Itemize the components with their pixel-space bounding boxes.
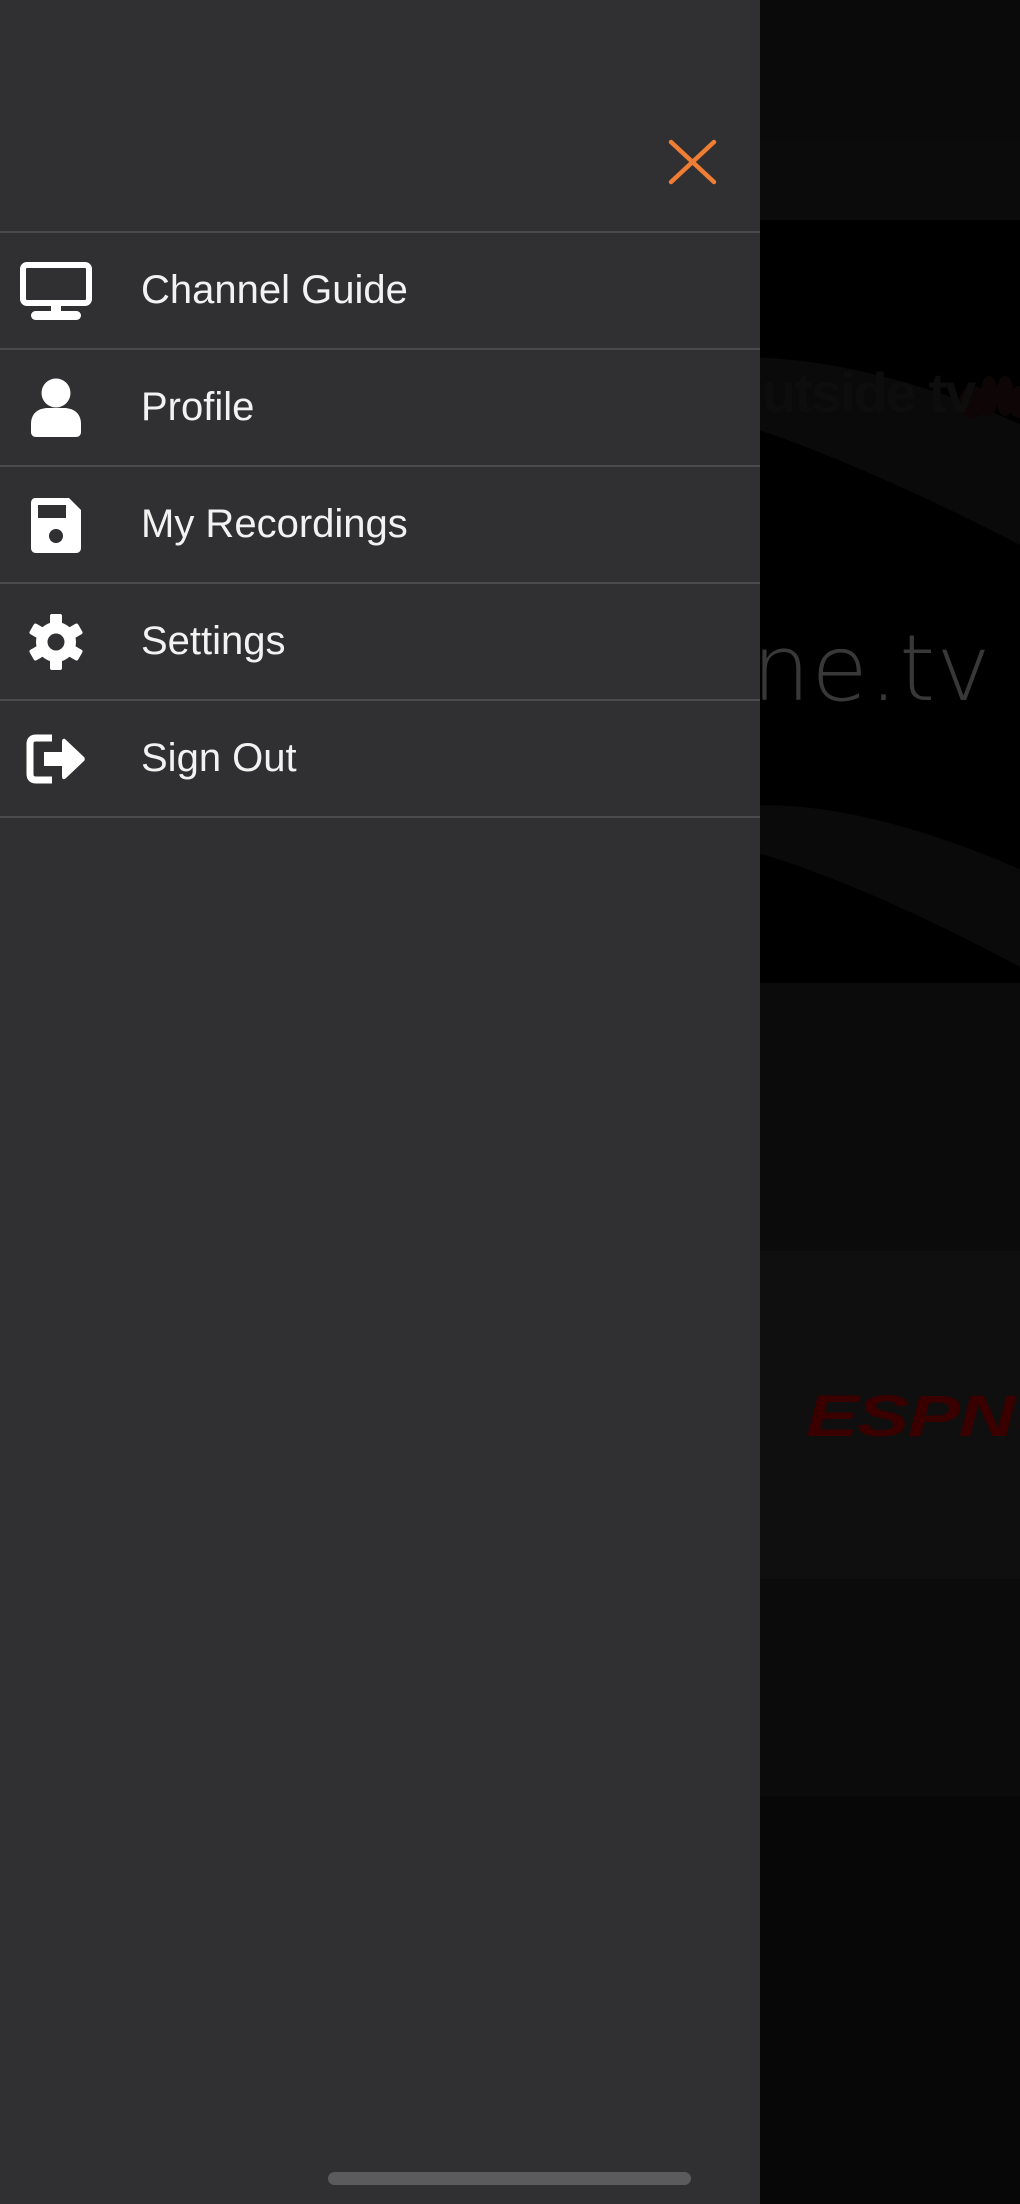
gear-icon [18, 612, 94, 672]
menu-item-settings[interactable]: Settings [0, 584, 760, 701]
menu-item-label: Profile [141, 385, 255, 429]
menu-item-sign-out[interactable]: Sign Out [0, 701, 760, 818]
sign-out-icon [18, 729, 94, 789]
monitor-icon [18, 261, 94, 321]
drawer-header [0, 0, 760, 231]
channel-name-netv: ne.tv [752, 615, 992, 722]
menu-item-my-recordings[interactable]: My Recordings [0, 467, 760, 584]
drawer-menu: Channel Guide Profile My Recordings Sett… [0, 231, 760, 818]
menu-item-label: Sign Out [141, 736, 297, 780]
side-drawer: Channel Guide Profile My Recordings Sett… [0, 0, 760, 2204]
close-icon [668, 139, 717, 185]
channel-name-outside-tv: utside tv [762, 361, 976, 424]
menu-item-channel-guide[interactable]: Channel Guide [0, 233, 760, 350]
user-icon [18, 378, 94, 438]
menu-item-label: Settings [141, 619, 286, 663]
close-drawer-button[interactable] [660, 132, 726, 194]
floppy-disk-icon [18, 495, 94, 555]
menu-item-label: My Recordings [141, 502, 408, 546]
menu-item-profile[interactable]: Profile [0, 350, 760, 467]
menu-item-label: Channel Guide [141, 268, 408, 312]
channel-name-espn2: ESPN 2 [806, 1384, 1020, 1449]
home-indicator [328, 2172, 691, 2185]
